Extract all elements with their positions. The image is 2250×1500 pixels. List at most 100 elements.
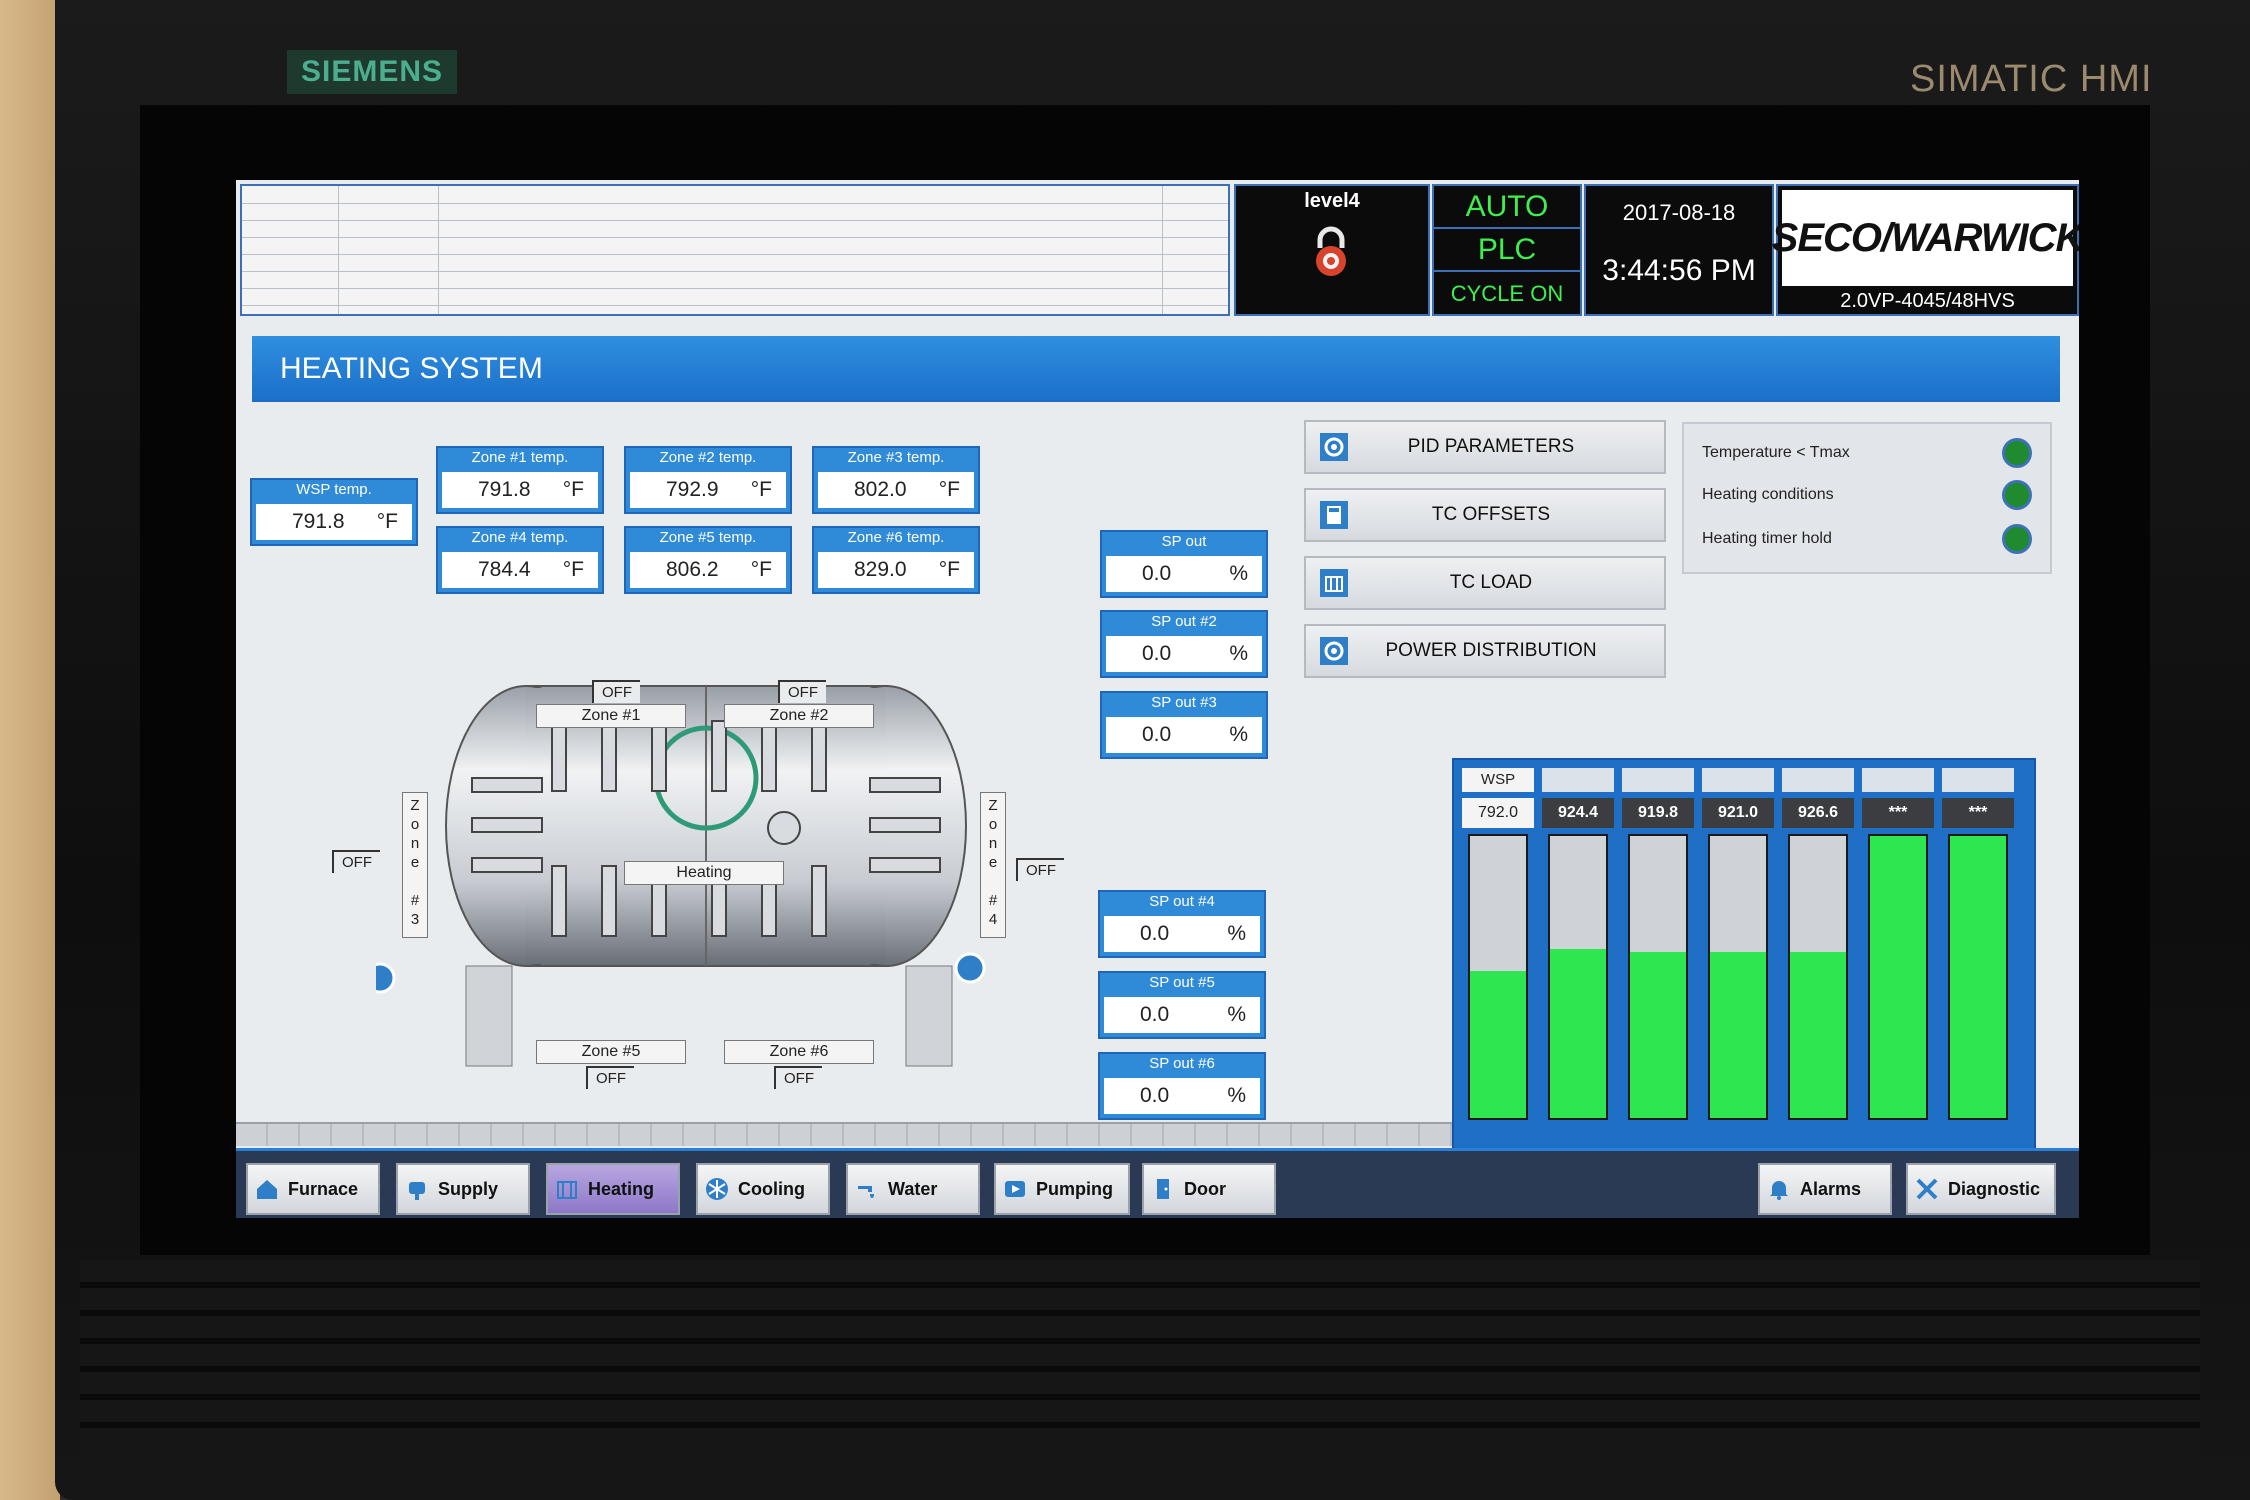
time-display: 3:44:56 PM [1602,254,1756,287]
bar-column-2: 924.4[°F] [1540,760,1616,1180]
sp-out-3-label: SP out #3 [1151,694,1217,711]
bezel-vents [80,1260,2200,1450]
zone4-temp-label: Zone #4 temp. [471,529,569,546]
status-led-icon [2002,438,2032,468]
furnace-zone2-tag[interactable]: Zone #2 [724,704,874,728]
zone5-temp-box: Zone #5 temp. 806.2 °F [624,526,792,594]
faucet-icon [858,1186,874,1198]
sp-out-5-box: SP out #5 0.0% [1098,971,1266,1039]
tc-load-button[interactable]: TC LOAD [1304,556,1666,610]
furnace-zone4-tag[interactable]: Zone #4 [980,792,1006,938]
home-icon [257,1180,277,1199]
user-level-panel[interactable]: level4 [1234,184,1430,316]
nav-alarms-button[interactable]: Alarms [1758,1163,1892,1215]
bell-icon [1770,1181,1788,1200]
hmi-screen: level4 AUTO PLC CYCLE ON 2017-08-18 3:44… [236,180,2079,1218]
sp-out-4-value: 0.0% [1104,916,1260,952]
heater-icon [557,1181,577,1199]
bar-header [1782,768,1854,792]
nav-heating-button[interactable]: Heating [546,1163,680,1215]
tools-icon [1916,1178,1938,1200]
zone3-status: OFF [332,850,380,873]
nav-supply-button[interactable]: Supply [396,1163,530,1215]
alarm-log-table[interactable] [240,184,1230,316]
page-title: HEATING SYSTEM [252,336,2060,402]
bar-track [1788,834,1848,1120]
furnace-floor [236,1122,1456,1146]
zone3-temp-label: Zone #3 temp. [847,449,945,466]
padlock-icon [1316,226,1346,276]
siemens-logo: SIEMENS [287,50,457,94]
bar-column-1: WSP792.0[°F] [1460,760,1536,1180]
furnace-model: 2.0VP-4045/48HVS [1840,290,2015,312]
zone6-status: OFF [774,1066,822,1089]
mode-status: AUTO [1434,186,1580,229]
bar-value: *** [1942,798,2014,828]
sp-out-5-value: 0.0% [1104,997,1260,1033]
wsp-temp-label: WSP temp. [296,481,372,498]
zone1-status: OFF [592,680,640,703]
navigation-bar: Furnace Supply Heating Cooling Water Pum… [236,1148,2079,1218]
nav-door-button[interactable]: Door [1142,1163,1276,1215]
pid-parameters-button[interactable]: PID PARAMETERS [1304,420,1666,474]
tc-offsets-button[interactable]: TC OFFSETS [1304,488,1666,542]
sp-out-1-value: 0.0% [1106,556,1262,592]
bar-column-4: 921.0[°F] [1700,760,1776,1180]
nav-furnace-button[interactable]: Furnace [246,1163,380,1215]
bar-value: 792.0 [1462,798,1534,828]
zone2-status: OFF [778,680,826,703]
bar-value: 919.8 [1622,798,1694,828]
gear-icon [1320,637,1348,665]
sp-out-1-label: SP out [1161,533,1207,550]
bar-header [1542,768,1614,792]
bar-header: WSP [1462,768,1534,792]
nav-pumping-button[interactable]: Pumping [994,1163,1130,1215]
bar-track [1708,834,1768,1120]
zone1-temp-box: Zone #1 temp. 791.8 °F [436,446,604,514]
sp-out-2-box: SP out #2 0.0% [1100,610,1268,678]
nav-diagnostic-button[interactable]: Diagnostic [1906,1163,2056,1215]
zone3-temp-box: Zone #3 temp. 802.0 °F [812,446,980,514]
status-panel: AUTO PLC CYCLE ON [1432,184,1582,316]
furnace-zone1-tag[interactable]: Zone #1 [536,704,686,728]
wsp-temp-box: WSP temp. 791.8 °F [250,478,418,546]
status-led-icon [2002,524,2032,554]
bar-column-7: ***[°F] [1940,760,2016,1180]
condition-tmax: Temperature < Tmax [1702,438,2032,468]
sp-out-6-value: 0.0% [1104,1078,1260,1114]
furnace-zone3-tag[interactable]: Zone #3 [402,792,428,938]
nav-cooling-button[interactable]: Cooling [696,1163,830,1215]
power-distribution-button[interactable]: POWER DISTRIBUTION [1304,624,1666,678]
sp-out-2-value: 0.0% [1106,636,1262,672]
sp-out-5-label: SP out #5 [1149,974,1215,991]
zone3-temp-value: 802.0 °F [818,472,974,508]
sp-out-6-label: SP out #6 [1149,1055,1215,1072]
condition-timer-hold: Heating timer hold [1702,524,2032,554]
furnace-zone6-tag[interactable]: Zone #6 [724,1040,874,1064]
zone5-temp-value: 806.2 °F [630,552,786,588]
company-logo-panel: SECO/WARWICK 2.0VP-4045/48HVS [1772,184,2079,316]
bar-column-3: 919.8[°F] [1620,760,1696,1180]
zone1-temp-value: 791.8 °F [442,472,598,508]
bar-header [1702,768,1774,792]
pump-icon [1005,1181,1025,1197]
furnace-zone5-tag[interactable]: Zone #5 [536,1040,686,1064]
nav-water-button[interactable]: Water [846,1163,980,1215]
plug-icon [409,1182,425,1200]
zone4-temp-value: 784.4 °F [442,552,598,588]
zone2-temp-box: Zone #2 temp. 792.9 °F [624,446,792,514]
bar-fill [1550,948,1606,1118]
user-level: level4 [1304,190,1360,212]
status-led-icon [2002,480,2032,510]
snowflake-icon [706,1178,728,1200]
bar-header [1942,768,2014,792]
sp-out-1-box: SP out 0.0% [1100,530,1268,598]
zone4-status: OFF [1016,858,1064,881]
sp-out-3-box: SP out #3 0.0% [1100,691,1268,759]
bar-value: *** [1862,798,1934,828]
bar-track [1468,834,1528,1120]
bar-fill [1630,951,1686,1118]
calculator-icon [1320,501,1348,529]
furnace-state-tag: Heating [624,861,784,885]
clock-panel: 2017-08-18 3:44:56 PM [1584,184,1774,316]
